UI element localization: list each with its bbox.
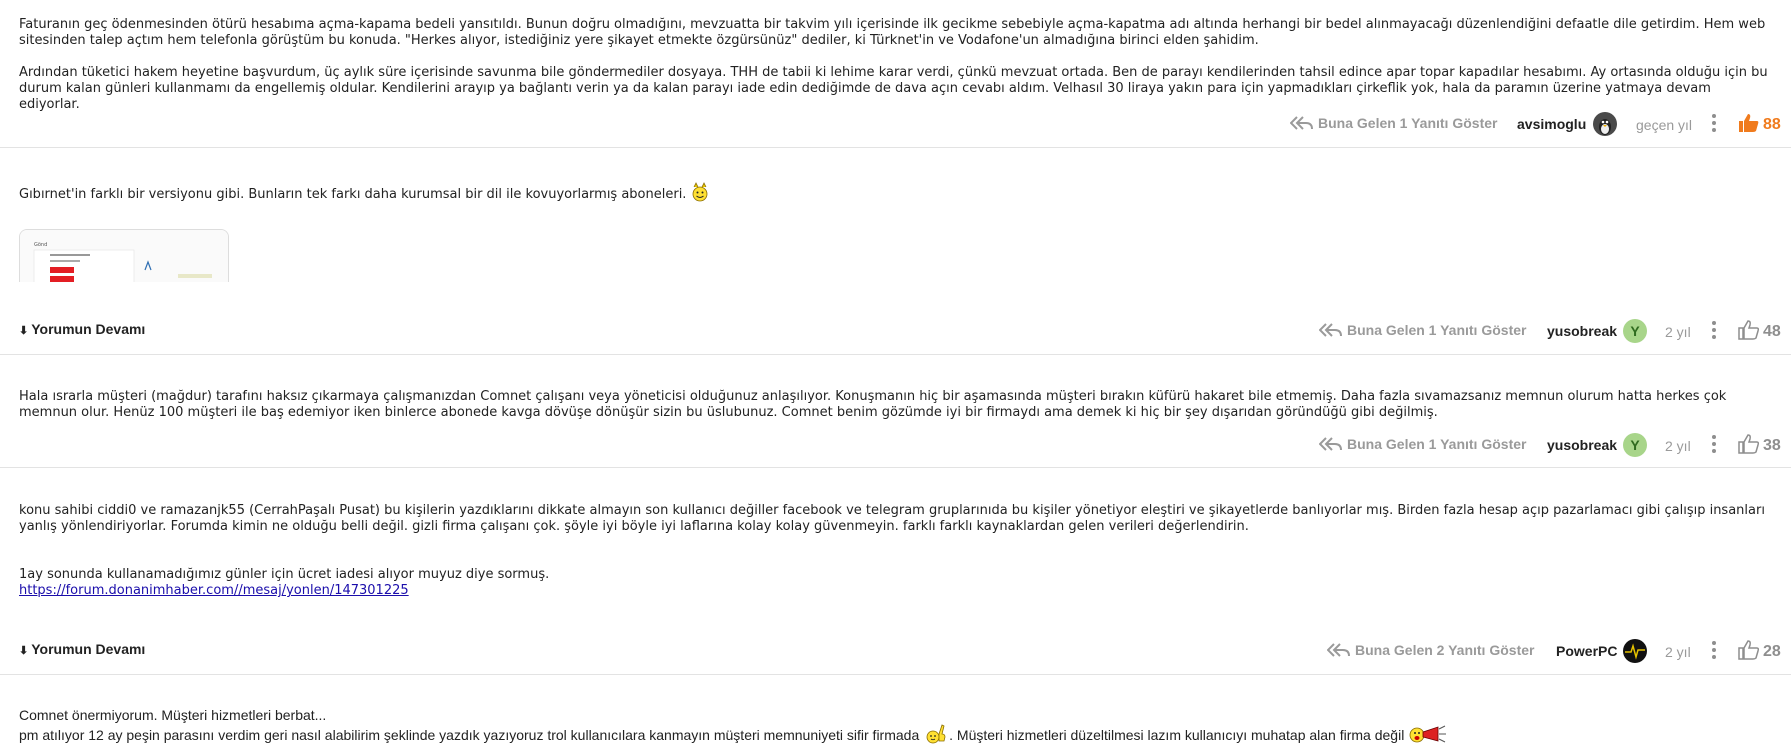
read-more-label: Yorumun Devamı bbox=[31, 641, 146, 657]
comment-paragraph: Gıbırnet'in farklı bir versiyonu gibi. B… bbox=[19, 182, 1774, 203]
arrow-down-icon: ⬇ bbox=[19, 325, 29, 337]
comment-body: Hala ısrarla müşteri (mağdur) tarafını h… bbox=[19, 389, 1774, 421]
svg-text:Gönd: Gönd bbox=[34, 242, 47, 248]
avatar-letter: Y bbox=[1630, 437, 1640, 453]
thumbs-up-icon bbox=[1738, 640, 1760, 660]
comment-link[interactable]: https://forum.donanimhaber.com//mesaj/yo… bbox=[19, 583, 409, 598]
more-options-icon[interactable] bbox=[1711, 321, 1717, 341]
thumbs-up-icon bbox=[1738, 320, 1760, 340]
like-count: 28 bbox=[1763, 643, 1781, 660]
comment-body: Comnet önermiyorum. Müşteri hizmetleri b… bbox=[19, 707, 1774, 744]
comment-footer: Buna Gelen 1 Yanıtı Göster avsimoglu geç… bbox=[0, 112, 1791, 140]
comment-paragraph: pm atılıyor 12 ay peşin parasını verdim … bbox=[19, 724, 1774, 744]
devil-smiley-icon bbox=[692, 182, 707, 202]
show-replies-label: Buna Gelen 2 Yanıtı Göster bbox=[1355, 642, 1535, 658]
author-name[interactable]: yusobreak bbox=[1547, 437, 1617, 453]
comment-footer: ⬇ Yorumun Devamı Buna Gelen 2 Yanıtı Göst… bbox=[0, 637, 1791, 665]
avatar[interactable]: Y bbox=[1623, 319, 1647, 343]
show-replies-button[interactable]: Buna Gelen 2 Yanıtı Göster bbox=[1326, 642, 1535, 658]
timestamp: geçen yıl bbox=[1636, 117, 1693, 133]
reply-all-icon bbox=[1318, 323, 1342, 337]
like-count: 38 bbox=[1763, 437, 1781, 454]
comment-link-row: https://forum.donanimhaber.com//mesaj/yo… bbox=[19, 583, 1774, 599]
author-name[interactable]: yusobreak bbox=[1547, 323, 1617, 339]
comment-footer: Buna Gelen 1 Yanıtı Göster yusobreak Y 2… bbox=[0, 431, 1791, 459]
show-replies-button[interactable]: Buna Gelen 1 Yanıtı Göster bbox=[1289, 115, 1498, 131]
avatar[interactable] bbox=[1623, 639, 1647, 663]
divider bbox=[0, 467, 1791, 468]
comment-text: . Müşteri hizmetleri düzeltilmesi lazım … bbox=[949, 727, 1405, 743]
timestamp: 2 yıl bbox=[1665, 644, 1691, 660]
like-count: 88 bbox=[1763, 116, 1781, 133]
avatar[interactable] bbox=[1593, 112, 1617, 136]
attachment-thumbnail[interactable]: Gönd bbox=[19, 229, 229, 282]
reply-all-icon bbox=[1326, 643, 1350, 657]
timestamp: 2 yıl bbox=[1665, 324, 1691, 340]
comment-paragraph: Hala ısrarla müşteri (mağdur) tarafını h… bbox=[19, 389, 1727, 420]
read-more-label: Yorumun Devamı bbox=[31, 321, 146, 337]
like-button[interactable]: 28 bbox=[1738, 640, 1781, 661]
thumbs-up-icon bbox=[1738, 434, 1760, 454]
reply-all-icon bbox=[1289, 116, 1313, 130]
show-replies-button[interactable]: Buna Gelen 1 Yanıtı Göster bbox=[1318, 436, 1527, 452]
comment-paragraph: Faturanın geç ödenmesinden ötürü hesabım… bbox=[19, 17, 1766, 48]
author-name[interactable]: PowerPC bbox=[1556, 643, 1617, 659]
thumbs-up-icon bbox=[1739, 114, 1759, 132]
comment-paragraph: Comnet önermiyorum. Müşteri hizmetleri b… bbox=[19, 707, 327, 723]
more-options-icon[interactable] bbox=[1711, 435, 1717, 455]
read-more-button[interactable]: ⬇ Yorumun Devamı bbox=[19, 641, 145, 657]
like-count: 48 bbox=[1763, 323, 1781, 340]
author-name[interactable]: avsimoglu bbox=[1517, 116, 1586, 132]
more-options-icon[interactable] bbox=[1711, 641, 1717, 661]
divider bbox=[0, 147, 1791, 148]
comment-text: pm atılıyor 12 ay peşin parasını verdim … bbox=[19, 727, 920, 743]
comment-body: konu sahibi ciddi0 ve ramazanjk55 (Cerra… bbox=[19, 503, 1774, 599]
avatar-letter: Y bbox=[1630, 323, 1640, 339]
reply-all-icon bbox=[1318, 437, 1342, 451]
megaphone-smiley-icon bbox=[1409, 725, 1447, 743]
show-replies-label: Buna Gelen 1 Yanıtı Göster bbox=[1347, 322, 1527, 338]
avatar[interactable]: Y bbox=[1623, 433, 1647, 457]
screenshot-thumbnail-image: Gönd bbox=[20, 230, 228, 282]
heartbeat-avatar-icon bbox=[1625, 643, 1645, 660]
comment-paragraph: konu sahibi ciddi0 ve ramazanjk55 (Cerra… bbox=[19, 503, 1765, 534]
comment-paragraph: 1ay sonunda kullanamadığımız günler için… bbox=[19, 567, 550, 582]
comment-text: Gıbırnet'in farklı bir versiyonu gibi. B… bbox=[19, 187, 687, 202]
comment-body: Gıbırnet'in farklı bir versiyonu gibi. B… bbox=[19, 182, 1774, 203]
like-button[interactable]: 88 bbox=[1738, 113, 1781, 134]
show-replies-button[interactable]: Buna Gelen 1 Yanıtı Göster bbox=[1318, 322, 1527, 338]
read-more-button[interactable]: ⬇ Yorumun Devamı bbox=[19, 321, 145, 337]
more-options-icon[interactable] bbox=[1711, 114, 1717, 134]
timestamp: 2 yıl bbox=[1665, 438, 1691, 454]
like-button[interactable]: 48 bbox=[1738, 320, 1781, 341]
like-button[interactable]: 38 bbox=[1738, 434, 1781, 455]
show-replies-label: Buna Gelen 1 Yanıtı Göster bbox=[1347, 436, 1527, 452]
comment-paragraph: Ardından tüketici hakem heyetine başvurd… bbox=[19, 65, 1768, 112]
divider bbox=[0, 354, 1791, 355]
penguin-avatar-icon bbox=[1599, 119, 1611, 135]
arrow-down-icon: ⬇ bbox=[19, 645, 29, 657]
comment-footer: ⬇ Yorumun Devamı Buna Gelen 1 Yanıtı Göst… bbox=[0, 317, 1791, 345]
divider bbox=[0, 674, 1791, 675]
comment-body: Faturanın geç ödenmesinden ötürü hesabım… bbox=[19, 17, 1774, 113]
pointing-smiley-icon bbox=[926, 724, 946, 744]
show-replies-label: Buna Gelen 1 Yanıtı Göster bbox=[1318, 115, 1498, 131]
